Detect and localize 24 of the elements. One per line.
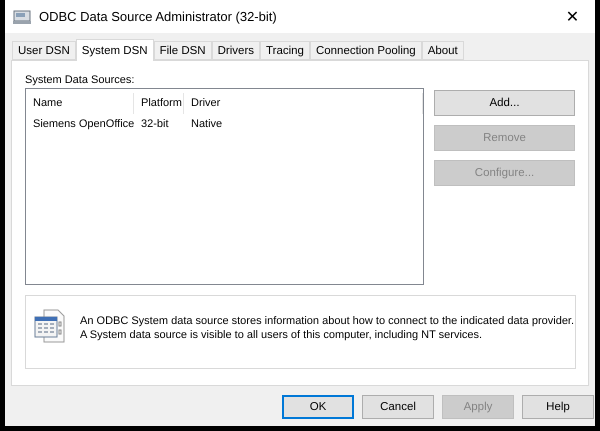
info-text: A System data source is visible to all users of this computer, including NT services. bbox=[80, 328, 484, 342]
tab[interactable]: System DSN bbox=[76, 39, 154, 61]
dialog-button[interactable]: Help bbox=[522, 395, 594, 419]
tab[interactable]: Tracing bbox=[260, 41, 310, 60]
table-cell-text: 32-bit bbox=[140, 118, 170, 130]
dialog-button[interactable]: OK bbox=[282, 395, 354, 419]
close-button[interactable]: ✕ bbox=[550, 0, 595, 33]
window-title: ODBC Data Source Administrator (32-bit) bbox=[39, 9, 278, 24]
action-button[interactable]: Add... bbox=[434, 90, 575, 116]
list-label: System Data Sources: bbox=[25, 74, 136, 88]
dialog-button[interactable]: Cancel bbox=[362, 395, 434, 419]
info-text: An ODBC System data source stores information about how to connect to the indicated data provider. bbox=[80, 314, 574, 328]
computer-icon bbox=[13, 8, 31, 24]
tab[interactable]: User DSN bbox=[12, 41, 76, 60]
column-header[interactable]: Name bbox=[26, 93, 134, 114]
table-cell-text: Native bbox=[190, 118, 224, 130]
data-source-icon bbox=[34, 309, 66, 343]
column-header[interactable]: Driver bbox=[184, 93, 423, 114]
tab[interactable]: File DSN bbox=[154, 41, 212, 60]
tab[interactable]: Connection Pooling bbox=[310, 41, 422, 60]
tab[interactable]: About bbox=[422, 41, 464, 60]
column-header[interactable]: Platform bbox=[134, 93, 184, 114]
table-cell-text: Siemens OpenOffice bbox=[32, 118, 134, 130]
tab[interactable]: Drivers bbox=[212, 41, 260, 60]
